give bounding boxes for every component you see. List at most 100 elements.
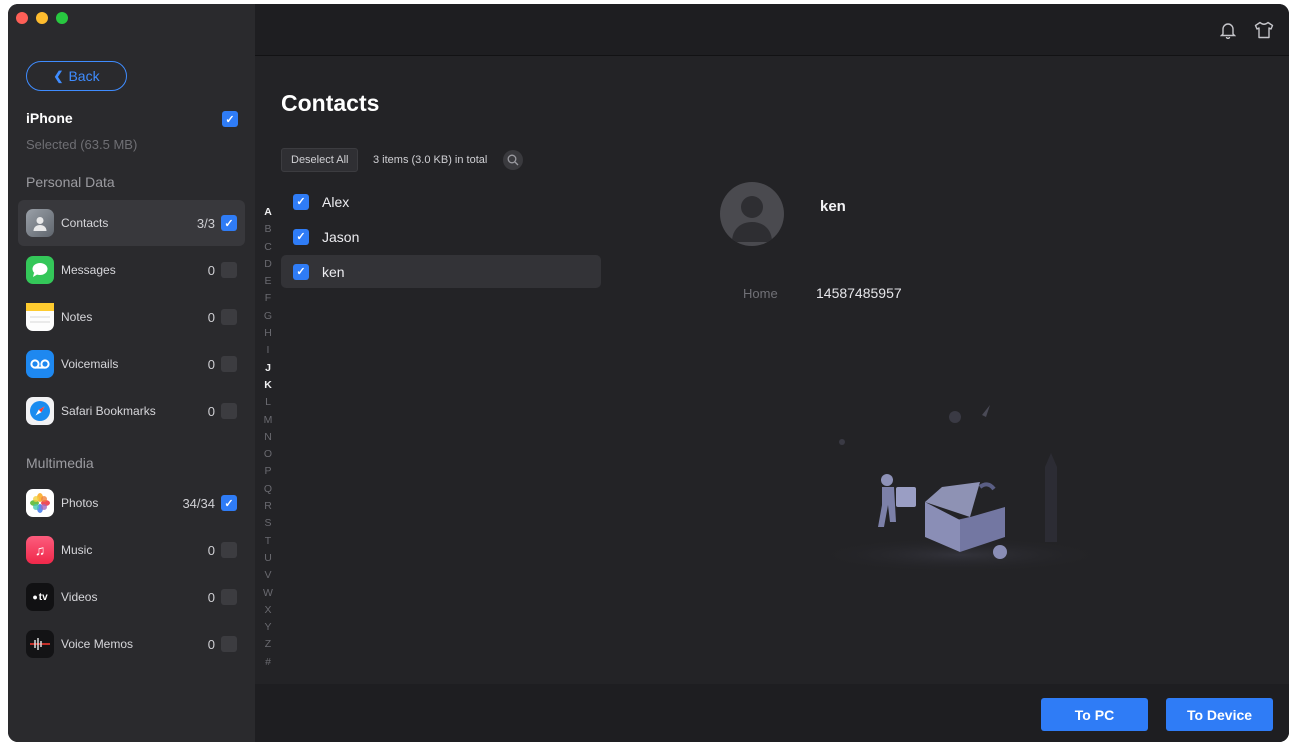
alphabet-letter[interactable]: E xyxy=(261,273,275,290)
minimize-window-button[interactable] xyxy=(36,12,48,24)
sidebar-item-notes[interactable]: Notes 0 xyxy=(18,294,245,340)
window-controls xyxy=(16,12,68,24)
sidebar-item-checkbox[interactable] xyxy=(221,589,237,605)
contact-row-jason[interactable]: ✓ Jason xyxy=(281,220,601,253)
alphabet-letter[interactable]: R xyxy=(261,498,275,515)
alphabet-letter[interactable]: P xyxy=(261,463,275,480)
contact-name: Jason xyxy=(322,228,360,245)
alphabet-letter[interactable]: T xyxy=(261,533,275,550)
search-icon[interactable] xyxy=(503,150,523,170)
sidebar-item-checkbox[interactable]: ✓ xyxy=(221,495,237,511)
close-window-button[interactable] xyxy=(16,12,28,24)
sidebar-item-count: 0 xyxy=(207,262,215,278)
sidebar-item-label: Photos xyxy=(61,496,99,510)
alphabet-letter[interactable]: X xyxy=(261,602,275,619)
contact-detail-label: Home xyxy=(743,286,778,301)
alphabet-letter[interactable]: L xyxy=(261,394,275,411)
contact-checkbox[interactable]: ✓ xyxy=(293,263,309,280)
alphabet-letter[interactable]: O xyxy=(261,446,275,463)
to-device-button[interactable]: To Device xyxy=(1166,698,1273,731)
sidebar: ❮ Back iPhone ✓ Selected (63.5 MB) Perso… xyxy=(8,4,255,742)
contact-checkbox[interactable]: ✓ xyxy=(293,228,309,245)
sidebar-item-label: Contacts xyxy=(61,216,109,230)
sidebar-item-count: 0 xyxy=(207,542,215,558)
appletv-icon: ● tv xyxy=(26,583,54,611)
alphabet-letter[interactable]: H xyxy=(261,325,275,342)
bell-icon[interactable] xyxy=(1217,19,1239,41)
alphabet-letter[interactable]: J xyxy=(261,360,275,377)
contacts-icon xyxy=(26,209,54,237)
sidebar-item-label: Safari Bookmarks xyxy=(61,404,156,418)
sidebar-item-count: 34/34 xyxy=(182,495,215,511)
alphabet-letter[interactable]: D xyxy=(261,256,275,273)
sidebar-item-checkbox[interactable] xyxy=(221,636,237,652)
main-panel: Contacts Deselect All 3 items (3.0 KB) i… xyxy=(255,57,1289,742)
section-personal-data: Personal Data xyxy=(26,174,115,190)
bottom-bar: To PC To Device xyxy=(255,684,1289,742)
sidebar-item-checkbox[interactable] xyxy=(221,356,237,372)
alphabet-letter[interactable]: N xyxy=(261,429,275,446)
contact-row-alex[interactable]: ✓ Alex xyxy=(281,185,601,218)
photos-icon xyxy=(26,489,54,517)
contact-row-ken[interactable]: ✓ ken xyxy=(281,255,601,288)
deselect-all-button[interactable]: Deselect All xyxy=(281,148,359,172)
sidebar-item-checkbox[interactable] xyxy=(221,403,237,419)
sidebar-item-count: 0 xyxy=(207,589,215,605)
sidebar-item-checkbox[interactable] xyxy=(221,309,237,325)
notes-icon xyxy=(26,303,54,331)
page-title: Contacts xyxy=(281,90,380,116)
contact-detail-name: ken xyxy=(820,198,846,215)
alphabet-letter[interactable]: G xyxy=(261,308,275,325)
sidebar-item-photos[interactable]: Photos 34/34 ✓ xyxy=(18,480,245,526)
alphabet-letter[interactable]: I xyxy=(261,342,275,359)
sidebar-item-safari-bookmarks[interactable]: Safari Bookmarks 0 xyxy=(18,388,245,434)
sidebar-item-label: Voice Memos xyxy=(61,637,134,651)
alphabet-letter[interactable]: W xyxy=(261,585,275,602)
sidebar-item-checkbox[interactable] xyxy=(221,262,237,278)
zoom-window-button[interactable] xyxy=(56,12,68,24)
music-icon: ♫ xyxy=(26,536,54,564)
sidebar-item-contacts[interactable]: Contacts 3/3 ✓ xyxy=(18,200,245,246)
alphabet-letter[interactable]: M xyxy=(261,412,275,429)
empty-state-illustration xyxy=(810,387,1110,573)
section-multimedia: Multimedia xyxy=(26,455,94,471)
device-checkbox[interactable]: ✓ xyxy=(222,111,238,127)
top-bar xyxy=(255,4,1289,56)
alphabet-letter[interactable]: Z xyxy=(261,636,275,653)
alphabet-letter[interactable]: F xyxy=(261,290,275,307)
to-pc-button[interactable]: To PC xyxy=(1041,698,1148,731)
alphabet-letter[interactable]: K xyxy=(261,377,275,394)
sidebar-item-voice-memos[interactable]: Voice Memos 0 xyxy=(18,621,245,667)
alphabet-letter[interactable]: S xyxy=(261,515,275,532)
sidebar-item-label: Notes xyxy=(61,310,93,324)
safari-icon xyxy=(26,397,54,425)
sidebar-item-messages[interactable]: Messages 0 xyxy=(18,247,245,293)
alphabet-letter[interactable]: A xyxy=(261,204,275,221)
sidebar-item-checkbox[interactable]: ✓ xyxy=(221,215,237,231)
sidebar-item-voicemails[interactable]: Voicemails 0 xyxy=(18,341,245,387)
alphabet-letter[interactable]: V xyxy=(261,567,275,584)
alphabet-letter[interactable]: U xyxy=(261,550,275,567)
sidebar-item-label: Messages xyxy=(61,263,116,277)
chevron-left-icon: ❮ xyxy=(53,69,64,83)
device-name: iPhone xyxy=(26,110,73,126)
sidebar-item-count: 0 xyxy=(207,636,215,652)
shirt-icon[interactable] xyxy=(1253,19,1275,41)
alphabet-letter[interactable]: # xyxy=(261,654,275,671)
sidebar-item-count: 0 xyxy=(207,356,215,372)
sidebar-item-music[interactable]: ♫ Music 0 xyxy=(18,527,245,573)
alphabet-letter[interactable]: Y xyxy=(261,619,275,636)
sidebar-item-checkbox[interactable] xyxy=(221,542,237,558)
alphabet-letter[interactable]: Q xyxy=(261,481,275,498)
contact-checkbox[interactable]: ✓ xyxy=(293,193,309,210)
sidebar-item-count: 3/3 xyxy=(196,215,215,231)
appletv-icon-text: tv xyxy=(38,591,48,603)
sidebar-item-label: Videos xyxy=(61,590,98,604)
device-selected-size: Selected (63.5 MB) xyxy=(26,137,138,152)
alphabet-letter[interactable]: B xyxy=(261,221,275,238)
contact-name: Alex xyxy=(322,193,350,210)
sidebar-item-videos[interactable]: ● tv Videos 0 xyxy=(18,574,245,620)
back-button[interactable]: ❮ Back xyxy=(26,61,127,91)
messages-icon xyxy=(26,256,54,284)
alphabet-letter[interactable]: C xyxy=(261,239,275,256)
